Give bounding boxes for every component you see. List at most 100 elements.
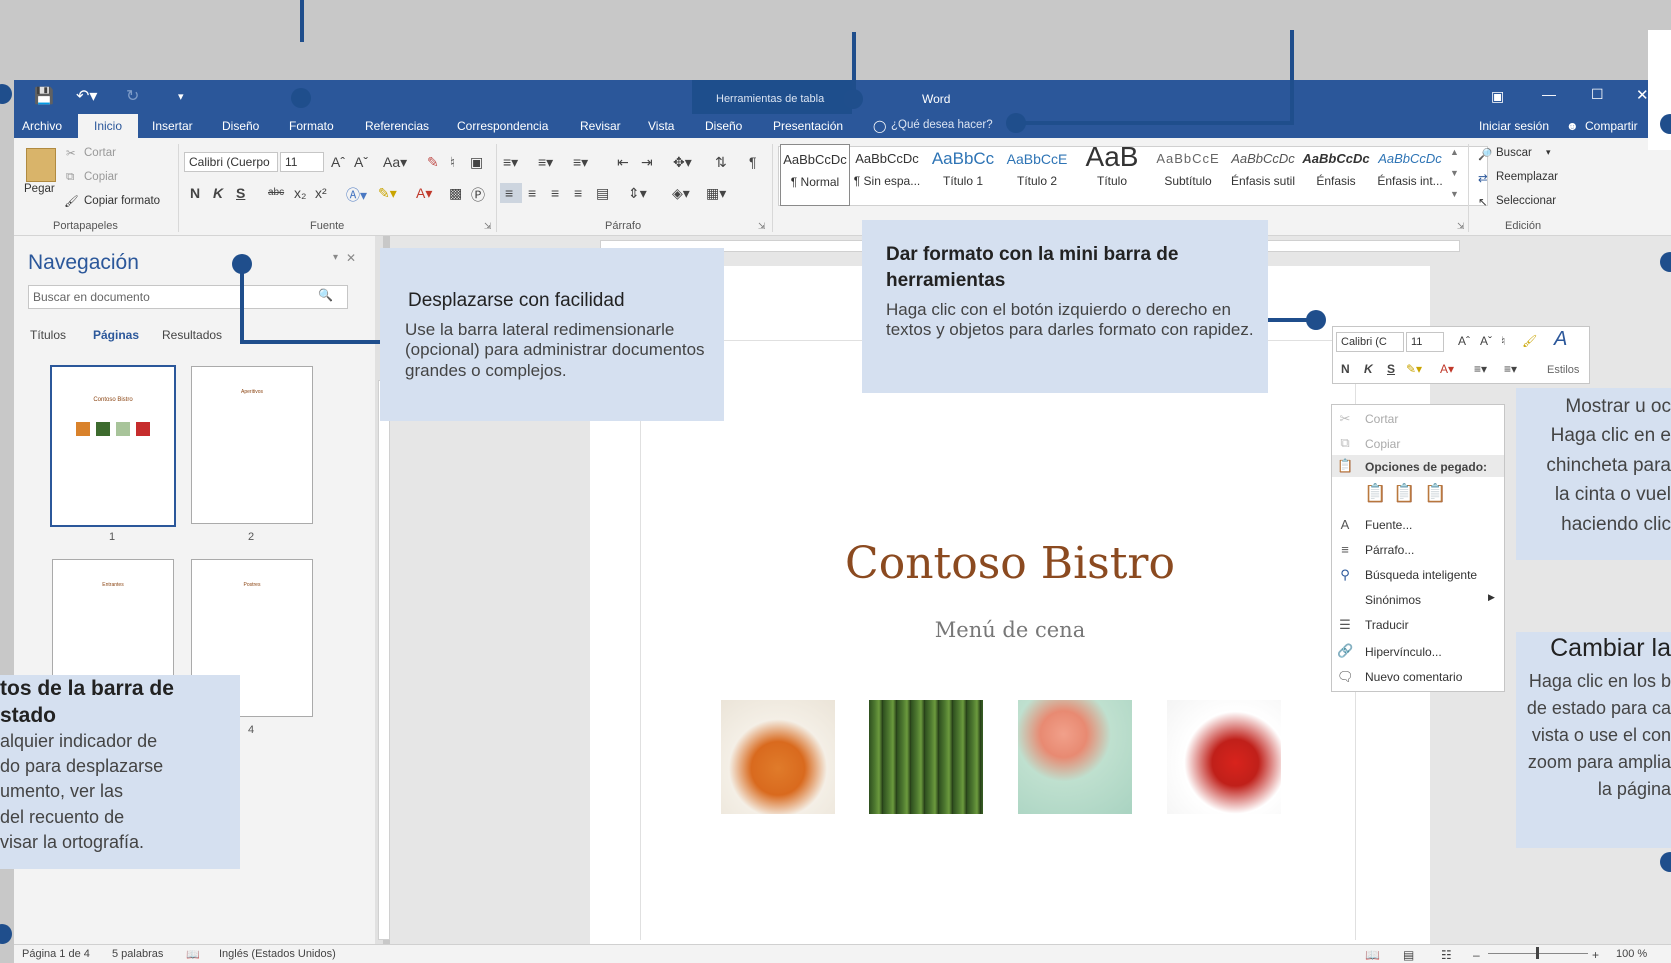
shading-icon[interactable]: ◈▾ <box>672 185 690 202</box>
underline-button[interactable]: S <box>236 185 245 201</box>
mini-font-color-icon[interactable]: A▾ <box>1440 362 1454 376</box>
menu-paragraph[interactable]: Párrafo... <box>1365 543 1414 557</box>
justify-icon[interactable]: ≡ <box>574 185 582 201</box>
styles-more-icon[interactable]: ▼ <box>1450 189 1459 199</box>
superscript-icon[interactable]: x² <box>315 185 327 201</box>
pilcrow-icon[interactable]: ¶ <box>749 154 757 170</box>
menu-synonyms[interactable]: Sinónimos <box>1365 593 1421 607</box>
format-painter-button[interactable]: Copiar formato <box>84 195 160 207</box>
styles-up-icon[interactable]: ▲ <box>1450 147 1459 157</box>
font-color-icon[interactable]: A▾ <box>416 185 432 202</box>
tab-insertar[interactable]: Insertar <box>152 119 193 133</box>
maximize-icon[interactable]: ☐ <box>1591 86 1604 103</box>
ribbon-display-icon[interactable]: ▣ <box>1491 88 1504 105</box>
document-subtitle[interactable]: Menú de cena <box>790 618 1230 642</box>
numbering-icon[interactable]: ≡▾ <box>538 154 553 171</box>
mini-bullets-icon[interactable]: ≡▾ <box>1474 362 1487 376</box>
nav-options-icon[interactable]: ▾ <box>333 252 338 263</box>
search-icon[interactable]: 🔍 <box>318 288 333 302</box>
italic-button[interactable]: K <box>213 185 223 201</box>
nav-search-input[interactable]: Buscar en documento <box>28 285 348 309</box>
mini-underline-button[interactable]: S <box>1387 362 1395 376</box>
mini-shrink-font-icon[interactable]: Aˇ <box>1480 334 1492 348</box>
find-dropdown-icon[interactable]: ▾ <box>1546 147 1551 158</box>
style-heading-2[interactable]: AaBbCcE Título 2 <box>1002 144 1072 206</box>
borders-icon[interactable]: ▦▾ <box>706 185 726 202</box>
food-image-grapefruit[interactable] <box>1018 700 1132 814</box>
tab-presentacion[interactable]: Presentación <box>773 119 843 133</box>
paste-merge-format-icon[interactable]: 📋 <box>1393 483 1415 504</box>
save-icon[interactable]: 💾 <box>34 86 54 106</box>
tab-vista[interactable]: Vista <box>648 119 674 133</box>
tab-diseno[interactable]: Diseño <box>222 119 259 133</box>
paste-icon[interactable] <box>26 148 56 182</box>
mini-italic-button[interactable]: K <box>1364 362 1373 376</box>
strikethrough-button[interactable]: abc <box>268 187 284 198</box>
styles-launcher-icon[interactable]: ⇲ <box>1457 221 1465 232</box>
mini-format-painter-icon[interactable]: 🖌 <box>1522 334 1537 348</box>
style-subtitle[interactable]: AaBbCcE Subtítulo <box>1150 144 1226 206</box>
zoom-out-icon[interactable]: – <box>1473 948 1480 962</box>
mini-highlight-icon[interactable]: ✎▾ <box>1406 362 1422 376</box>
menu-new-comment[interactable]: Nuevo comentario <box>1365 670 1462 684</box>
copy-button[interactable]: Copiar <box>84 171 118 183</box>
zoom-slider-thumb[interactable] <box>1536 947 1539 959</box>
zoom-in-icon[interactable]: + <box>1592 948 1599 962</box>
tab-archivo[interactable]: Archivo <box>22 119 62 133</box>
web-layout-icon[interactable]: ☷ <box>1441 948 1452 962</box>
menu-copy[interactable]: Copiar <box>1365 437 1400 451</box>
print-layout-icon[interactable]: ▤ <box>1403 948 1414 962</box>
find-button[interactable]: Buscar <box>1496 147 1532 159</box>
paragraph-launcher-icon[interactable]: ⇲ <box>758 221 766 232</box>
mini-grow-font-icon[interactable]: Aˆ <box>1458 334 1470 348</box>
shrink-font-icon[interactable]: Aˇ <box>354 154 368 170</box>
style-heading-1[interactable]: AaBbCc Título 1 <box>924 144 1002 206</box>
nav-close-icon[interactable]: ✕ <box>346 251 356 265</box>
style-normal[interactable]: AaBbCcDc ¶ Normal <box>780 144 850 206</box>
tab-inicio[interactable]: Inicio <box>78 114 138 138</box>
font-size-combo[interactable]: 11 <box>280 152 324 172</box>
zoom-level[interactable]: 100 % <box>1616 948 1647 960</box>
page-thumbnail[interactable]: Contoso Bistro <box>50 365 176 527</box>
share-button[interactable]: Compartir <box>1585 119 1638 133</box>
align-center-icon[interactable]: ≡ <box>528 185 536 201</box>
bold-button[interactable]: N <box>190 185 200 201</box>
char-border-icon[interactable]: ▣ <box>470 154 483 171</box>
text-effects-icon[interactable]: Ⓐ▾ <box>346 185 367 205</box>
food-image-tomatoes[interactable] <box>1167 700 1281 814</box>
subscript-icon[interactable]: x₂ <box>294 185 306 201</box>
bullets-icon[interactable]: ≡▾ <box>503 154 518 171</box>
paste-text-only-icon[interactable]: 📋 <box>1424 483 1446 504</box>
mini-numbering-icon[interactable]: ≡▾ <box>1504 362 1517 376</box>
sort-icon[interactable]: ⇅ <box>715 154 727 171</box>
nav-tab-headings[interactable]: Títulos <box>30 328 66 342</box>
asian-layout-icon[interactable]: ✥▾ <box>673 154 692 171</box>
multilevel-icon[interactable]: ≡▾ <box>573 154 588 171</box>
distribute-icon[interactable]: ▤ <box>596 185 609 202</box>
styles-down-icon[interactable]: ▼ <box>1450 168 1459 178</box>
paste-keep-format-icon[interactable]: 📋 <box>1364 483 1386 504</box>
style-no-spacing[interactable]: AaBbCcDc ¶ Sin espa... <box>852 144 922 206</box>
food-image-beans[interactable] <box>721 700 835 814</box>
mini-size-combo[interactable]: 11 <box>1406 332 1444 352</box>
menu-cut[interactable]: Cortar <box>1365 412 1398 426</box>
nav-tab-results[interactable]: Resultados <box>162 328 222 342</box>
minimize-icon[interactable]: — <box>1542 86 1556 102</box>
enclose-char-icon[interactable]: Ⓟ <box>471 185 485 205</box>
tab-correspondencia[interactable]: Correspondencia <box>457 119 548 133</box>
menu-hyperlink[interactable]: Hipervínculo... <box>1365 645 1442 659</box>
proofing-icon[interactable]: 📖 <box>186 948 200 961</box>
decrease-indent-icon[interactable]: ⇤ <box>617 154 629 171</box>
mini-font-combo[interactable]: Calibri (C <box>1336 332 1404 352</box>
mini-phonetic-icon[interactable]: ♮ <box>1501 334 1505 348</box>
grow-font-icon[interactable]: Aˆ <box>331 154 345 170</box>
mini-bold-button[interactable]: N <box>1341 362 1350 376</box>
line-spacing-icon[interactable]: ⇕▾ <box>628 185 647 202</box>
page-thumbnail[interactable]: Aperitivos <box>191 366 313 524</box>
font-name-combo[interactable]: Calibri (Cuerpo <box>184 152 278 172</box>
redo-icon[interactable]: ↻ <box>126 86 139 106</box>
highlight-icon[interactable]: ✎▾ <box>378 185 397 202</box>
tab-revisar[interactable]: Revisar <box>580 119 621 133</box>
align-right-icon[interactable]: ≡ <box>551 185 559 201</box>
tab-formato[interactable]: Formato <box>289 119 334 133</box>
